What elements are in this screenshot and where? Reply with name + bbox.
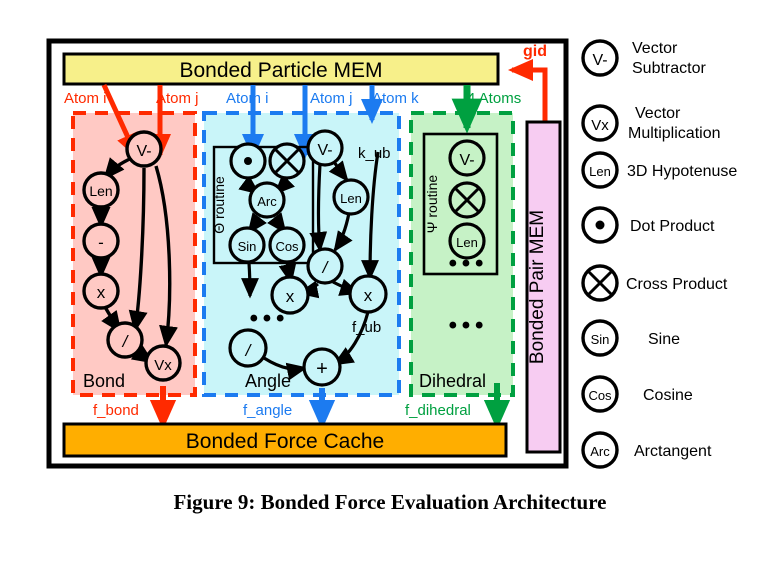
svg-text:V-: V- [592,52,607,69]
legend-item-vector-subtractor: V- Vector Subtractor [581,39,706,77]
svg-text:V-: V- [317,142,332,159]
arctangent-icon: Arc [581,431,619,469]
four-atoms-label: 4 Atoms [467,90,521,107]
svg-text:-: - [98,233,104,252]
svg-text:Len: Len [456,235,478,250]
legend-label-line1: Arctangent [634,443,712,460]
bonded-pair-mem-label: Bonded Pair MEM [527,210,548,364]
angle-node-add[interactable]: + [302,347,342,387]
angle-node-arctangent[interactable]: Arc [248,181,286,219]
svg-text:Cos: Cos [588,388,612,403]
angle-node-dot-product[interactable] [229,142,267,180]
legend-label-line1: Sine [648,331,680,348]
legend-label-line1: Cosine [643,387,693,404]
atom-k-label-angle: Atom k [372,90,419,107]
legend-label-line2: Multiplication [628,125,720,142]
bond-node-divide[interactable]: / [106,321,144,359]
svg-text:Cos: Cos [275,239,299,254]
legend-label-line1: Vector [635,105,681,122]
cosine-icon: Cos [581,375,619,413]
theta-routine-label: Θ routine [211,176,227,234]
f-dihedral-label: f_dihedral [405,402,471,419]
legend-label-line1: Dot Product [630,218,715,235]
hypotenuse-icon: Len [581,151,619,189]
bond-node-multiply[interactable]: x [82,272,120,310]
svg-text:x: x [364,286,373,305]
legend-item-cross-product: Cross Product [581,264,728,302]
bonded-particle-mem-label: Bonded Particle MEM [179,59,382,82]
svg-text:Len: Len [89,183,112,199]
vector-multiplication-icon: Vx [581,104,619,142]
vector-subtractor-icon: V- [581,39,619,77]
svg-text:Sin: Sin [591,332,610,347]
legend-label-line2: Subtractor [632,60,706,77]
dihedral-panel-label: Dihedral [419,371,486,391]
svg-text:Arc: Arc [590,444,610,459]
svg-text:Vx: Vx [591,117,609,134]
bond-node-vector-multiplication[interactable]: Vx [144,344,182,382]
k-ub-label: k_ub [358,145,391,162]
legend-label-line1: Cross Product [626,276,728,293]
angle-node-cross-product[interactable] [268,142,306,180]
psi-routine-label: Ψ routine [424,175,440,234]
angle-panel-label: Angle [245,371,291,391]
bond-node-vector-subtractor[interactable]: V- [125,130,163,168]
angle-edge-vsub-div [309,163,328,253]
angle-node-hypotenuse[interactable]: Len [332,178,370,216]
svg-text:Len: Len [589,164,611,179]
svg-text:x: x [97,283,106,302]
atom-i-label-bond: Atom i [64,90,107,107]
angle-node-sine[interactable]: Sin [228,226,266,264]
bond-panel-label: Bond [83,371,125,391]
bonded-force-cache-label: Bonded Force Cache [186,430,384,453]
angle-node-cosine[interactable]: Cos [268,226,306,264]
svg-text:V-: V- [136,143,151,160]
legend-label-line1: Vector [632,40,678,57]
angle-node-vector-subtractor[interactable]: V- [306,129,344,167]
atom-j-label-angle: Atom j [310,90,353,107]
f-bond-label: f_bond [93,402,139,419]
bond-node-subtract[interactable]: - [82,222,120,260]
legend-item-hypotenuse: Len 3D Hypotenuse [581,151,737,189]
svg-text:Sin: Sin [238,239,257,254]
angle-edge-sin-down [241,262,259,299]
atom-i-label-angle: Atom i [226,90,269,107]
legend-item-dot-product: Dot Product [581,206,715,244]
bonded-force-architecture-diagram: Bonded Particle MEM gid Bonded Pair MEM … [46,38,737,514]
legend-item-cosine: Cos Cosine [581,375,693,413]
svg-text:Arc: Arc [257,194,277,209]
legend-item-vector-multiplication: Vx Vector Multiplication [581,104,720,142]
angle-ellipsis: • • • [250,305,285,332]
figure-container: Bonded Particle MEM gid Bonded Pair MEM … [0,0,781,570]
svg-text:x: x [286,287,295,306]
dihedral-ellipsis: • • • [449,312,484,339]
dihedral-node-vector-subtractor[interactable]: V- [448,139,486,177]
psi-routine-ellipsis: • • • [449,250,484,277]
angle-node-divide-2[interactable]: / [228,328,268,368]
legend-item-arctangent: Arc Arctangent [581,431,712,469]
figure-caption: Figure 9: Bonded Force Evaluation Archit… [173,490,606,514]
atom-j-label-bond: Atom j [156,90,199,107]
cross-product-icon [581,264,619,302]
svg-text:Len: Len [340,191,362,206]
gid-label: gid [523,43,547,60]
svg-text:V-: V- [459,152,474,169]
dihedral-node-cross-product[interactable] [448,181,486,219]
angle-node-divide[interactable]: / [306,247,344,285]
f-angle-label: f_angle [243,402,292,419]
dot-product-icon [581,206,619,244]
angle-node-multiply-ub[interactable]: x [348,274,388,314]
legend-item-sine: Sin Sine [581,319,680,357]
sine-icon: Sin [581,319,619,357]
legend-label-line1: 3D Hypotenuse [627,163,737,180]
svg-text:Vx: Vx [154,357,172,374]
f-ub-label: f_ub [352,319,381,336]
bond-node-hypotenuse[interactable]: Len [82,171,120,209]
svg-text:+: + [316,358,328,380]
